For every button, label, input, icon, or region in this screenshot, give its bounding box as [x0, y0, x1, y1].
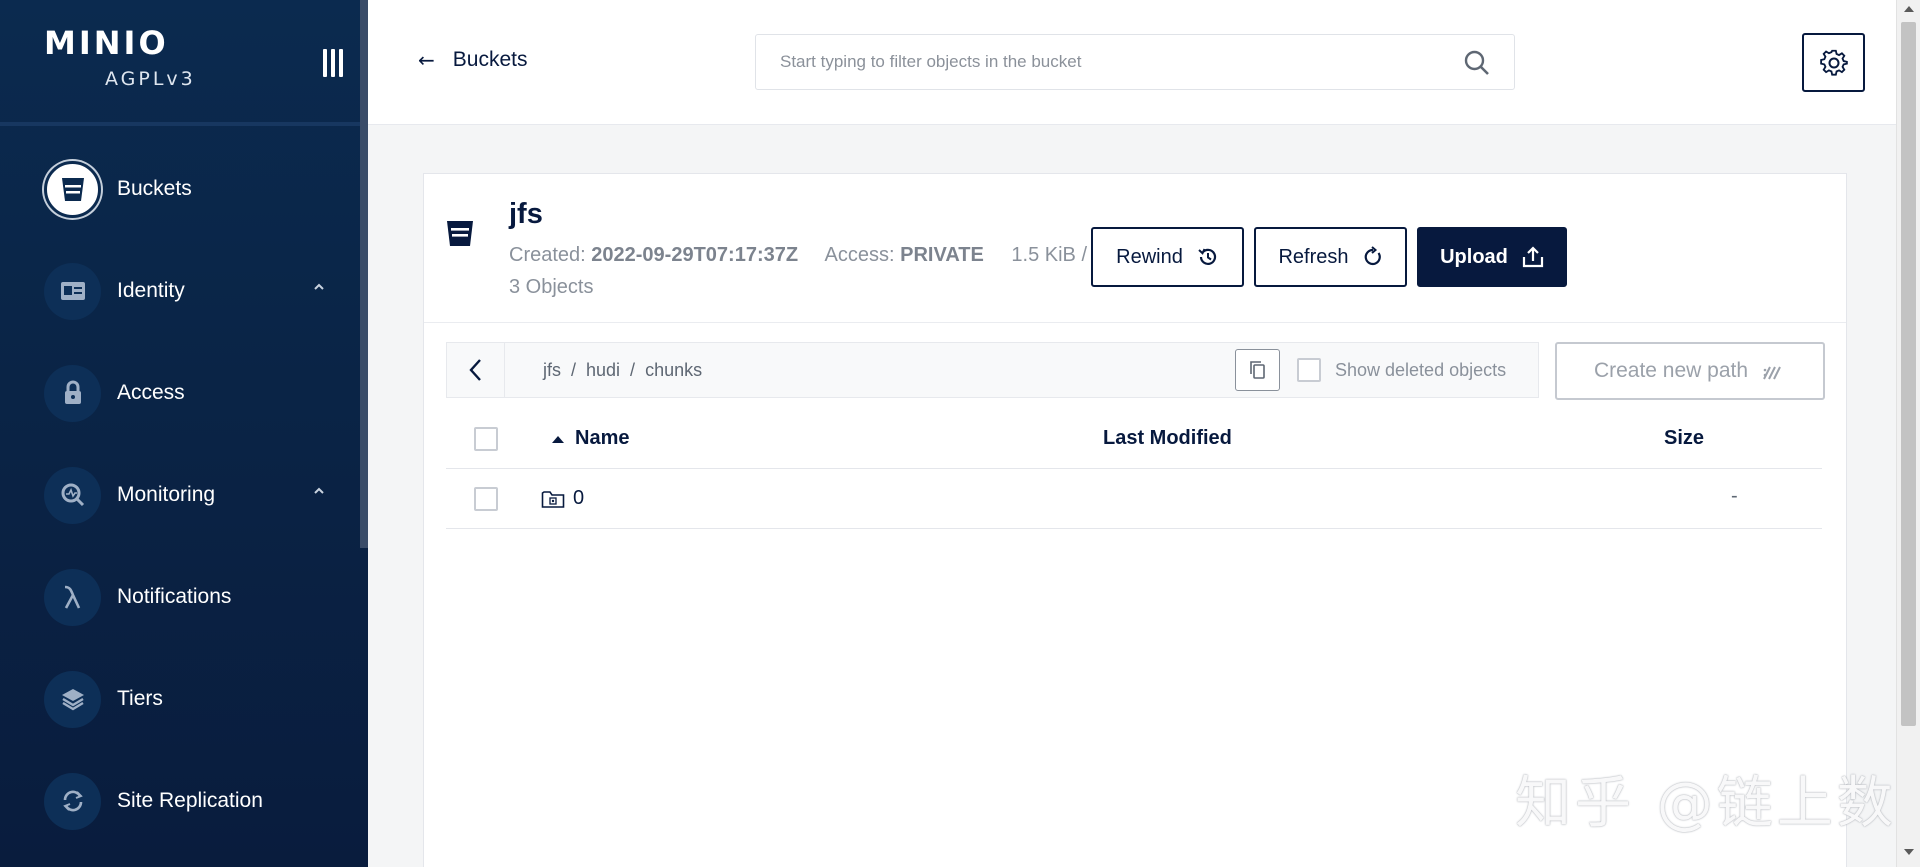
search-box [755, 34, 1515, 90]
scrollbar-thumb[interactable] [1901, 22, 1916, 726]
path-bar: jfs / hudi / chunks Show deleted objects [446, 342, 1539, 398]
page-scrollbar[interactable] [1896, 0, 1920, 867]
breadcrumb-item[interactable]: jfs [543, 360, 561, 381]
chevron-left-icon [468, 359, 481, 381]
sidebar-item-tiers[interactable]: Tiers [0, 648, 360, 750]
upload-icon [1522, 246, 1543, 268]
lock-icon [44, 364, 101, 422]
replication-icon [44, 772, 101, 830]
column-header-last-modified[interactable]: Last Modified [1103, 427, 1232, 450]
back-label: Buckets [452, 48, 528, 71]
divider [0, 122, 360, 126]
access-label: Access: [824, 244, 895, 266]
sidebar-item-site-replication[interactable]: Site Replication [0, 750, 360, 852]
upload-label: Upload [1440, 245, 1508, 268]
column-header-size[interactable]: Size [1664, 427, 1704, 450]
minio-logo[interactable]: MINIO AGPLv3 [44, 24, 204, 90]
column-header-name[interactable]: Name [551, 427, 629, 450]
sidebar-item-identity[interactable]: Identity [0, 240, 360, 342]
rewind-label: Rewind [1116, 245, 1183, 268]
scroll-down-icon[interactable] [1904, 849, 1914, 855]
id-card-icon [44, 262, 101, 320]
new-path-icon [1763, 366, 1781, 380]
upload-button[interactable]: Upload [1417, 227, 1567, 287]
settings-button[interactable] [1802, 33, 1865, 92]
object-count: 3 Objects [509, 276, 594, 298]
show-deleted-toggle[interactable]: Show deleted objects [1297, 358, 1506, 382]
object-name-cell: 0 [541, 487, 584, 510]
access-value: PRIVATE [900, 244, 984, 266]
sidebar-item-notifications[interactable]: Notifications [0, 546, 360, 648]
path-back-button[interactable] [447, 343, 505, 397]
monitoring-icon [44, 466, 101, 524]
license-label: AGPLv3 [105, 68, 196, 90]
bucket-header: jfs Created: 2022-09-29T07:17:37Z Access… [424, 174, 1846, 323]
sidebar-item-label: Notifications [117, 585, 232, 608]
lambda-icon [44, 568, 101, 626]
create-new-path-button[interactable]: Create new path [1555, 342, 1825, 400]
search-input[interactable] [780, 52, 1430, 72]
gear-icon [1819, 49, 1848, 76]
bucket-icon [44, 160, 101, 218]
sidebar-item-monitoring[interactable]: Monitoring [0, 444, 360, 546]
sidebar-item-label: Buckets [117, 177, 192, 200]
bucket-name: jfs [509, 198, 543, 230]
select-all-checkbox[interactable] [474, 427, 498, 451]
row-checkbox[interactable] [474, 487, 498, 511]
sidebar-item-access[interactable]: Access [0, 342, 360, 444]
folder-icon [541, 490, 565, 508]
show-deleted-label: Show deleted objects [1335, 359, 1507, 380]
create-path-label: Create new path [1593, 359, 1749, 382]
back-to-buckets-link[interactable]: ← Buckets [418, 48, 527, 72]
copy-path-button[interactable] [1235, 349, 1280, 391]
breadcrumb-item[interactable]: chunks [645, 360, 702, 381]
sidebar-item-label: Tiers [117, 687, 163, 710]
breadcrumb-item[interactable]: hudi [586, 360, 620, 381]
sidebar-item-label: Access [117, 381, 185, 404]
top-bar: ← Buckets [368, 0, 1896, 125]
sidebar-item-buckets[interactable]: Buckets [0, 138, 360, 240]
logo-wordmark: MINIO [44, 24, 169, 62]
rewind-button[interactable]: Rewind [1091, 227, 1244, 287]
bucket-icon [447, 221, 473, 246]
copy-icon [1249, 361, 1265, 379]
sort-ascending-icon [552, 435, 564, 443]
object-name: 0 [573, 487, 585, 509]
arrow-left-icon: ← [418, 48, 435, 72]
table-row[interactable]: 0 - [446, 469, 1822, 529]
object-size: - [1731, 485, 1738, 507]
refresh-button[interactable]: Refresh [1254, 227, 1407, 287]
show-deleted-checkbox[interactable] [1297, 358, 1321, 382]
layers-icon [44, 670, 101, 728]
watermark: 知乎 @链上数 [1515, 771, 1897, 836]
sidebar-menu: Buckets Identity Access Monitoring Notif… [0, 138, 360, 852]
sidebar-item-label: Site Replication [117, 789, 263, 812]
history-icon [1198, 248, 1216, 265]
collapse-sidebar-button[interactable] [318, 46, 348, 80]
bars-icon [323, 49, 327, 77]
sidebar-item-label: Identity [117, 279, 185, 302]
table-header: Name Last Modified Size [446, 409, 1822, 469]
created-value: 2022-09-29T07:17:37Z [591, 244, 799, 266]
objects-table: Name Last Modified Size 0 - [446, 409, 1822, 529]
created-label: Created: [509, 244, 586, 266]
sidebar: MINIO AGPLv3 Buckets Identity Access Mon… [0, 0, 368, 867]
chevron-up-icon[interactable] [312, 280, 326, 294]
sidebar-item-label: Monitoring [117, 483, 216, 506]
refresh-icon [1364, 246, 1381, 266]
sidebar-scrollbar[interactable] [360, 0, 368, 548]
scroll-up-icon[interactable] [1904, 6, 1914, 12]
search-icon[interactable] [1462, 48, 1492, 78]
breadcrumb: jfs / hudi / chunks [543, 359, 703, 381]
chevron-up-icon[interactable] [312, 484, 326, 498]
refresh-label: Refresh [1278, 245, 1349, 268]
